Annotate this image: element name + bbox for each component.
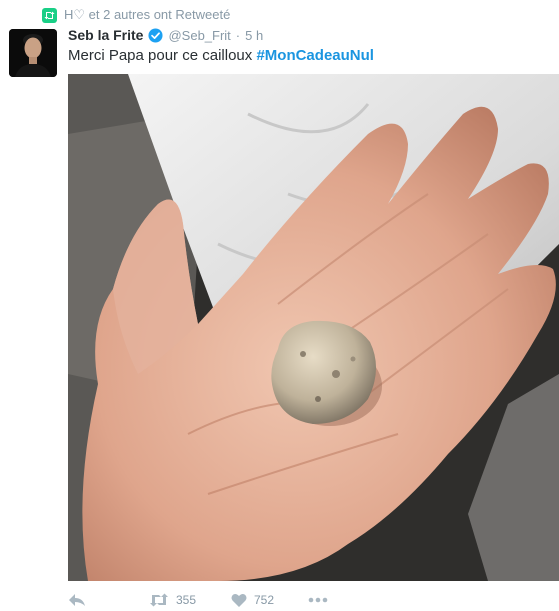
retweet-icon — [150, 593, 168, 607]
tweet-actions: 355 752 — [68, 591, 328, 609]
author-handle[interactable]: @Seb_Frit — [168, 28, 230, 43]
verified-icon — [148, 27, 163, 43]
like-button[interactable]: 752 — [231, 593, 308, 607]
retweet-icon — [42, 7, 57, 23]
tweet-header: Seb la Frite @Seb_Frit · 5 h — [68, 27, 263, 43]
retweet-button[interactable]: 355 — [149, 593, 231, 607]
retweet-count: 355 — [176, 593, 197, 607]
like-count: 752 — [254, 593, 275, 607]
tweet-photo[interactable] — [68, 74, 559, 581]
retweet-context-text[interactable]: H♡ et 2 autres ont Retweeté — [64, 7, 230, 23]
separator-dot: · — [235, 27, 241, 43]
retweet-context: H♡ et 2 autres ont Retweeté — [42, 7, 230, 23]
hashtag-link[interactable]: #MonCadeauNul — [256, 47, 374, 64]
tweet-body: Merci Papa pour ce cailloux — [68, 47, 257, 64]
like-icon — [231, 594, 247, 607]
avatar[interactable] — [9, 29, 57, 77]
reply-button[interactable] — [68, 592, 149, 608]
more-icon — [308, 597, 328, 603]
more-button[interactable] — [308, 597, 328, 603]
photo-hand-holding-stone — [68, 74, 559, 581]
author-name[interactable]: Seb la Frite — [68, 27, 143, 43]
reply-icon — [69, 594, 85, 606]
tweet-text: Merci Papa pour ce cailloux #MonCadeauNu… — [68, 47, 374, 64]
tweet-timestamp[interactable]: 5 h — [245, 28, 263, 43]
